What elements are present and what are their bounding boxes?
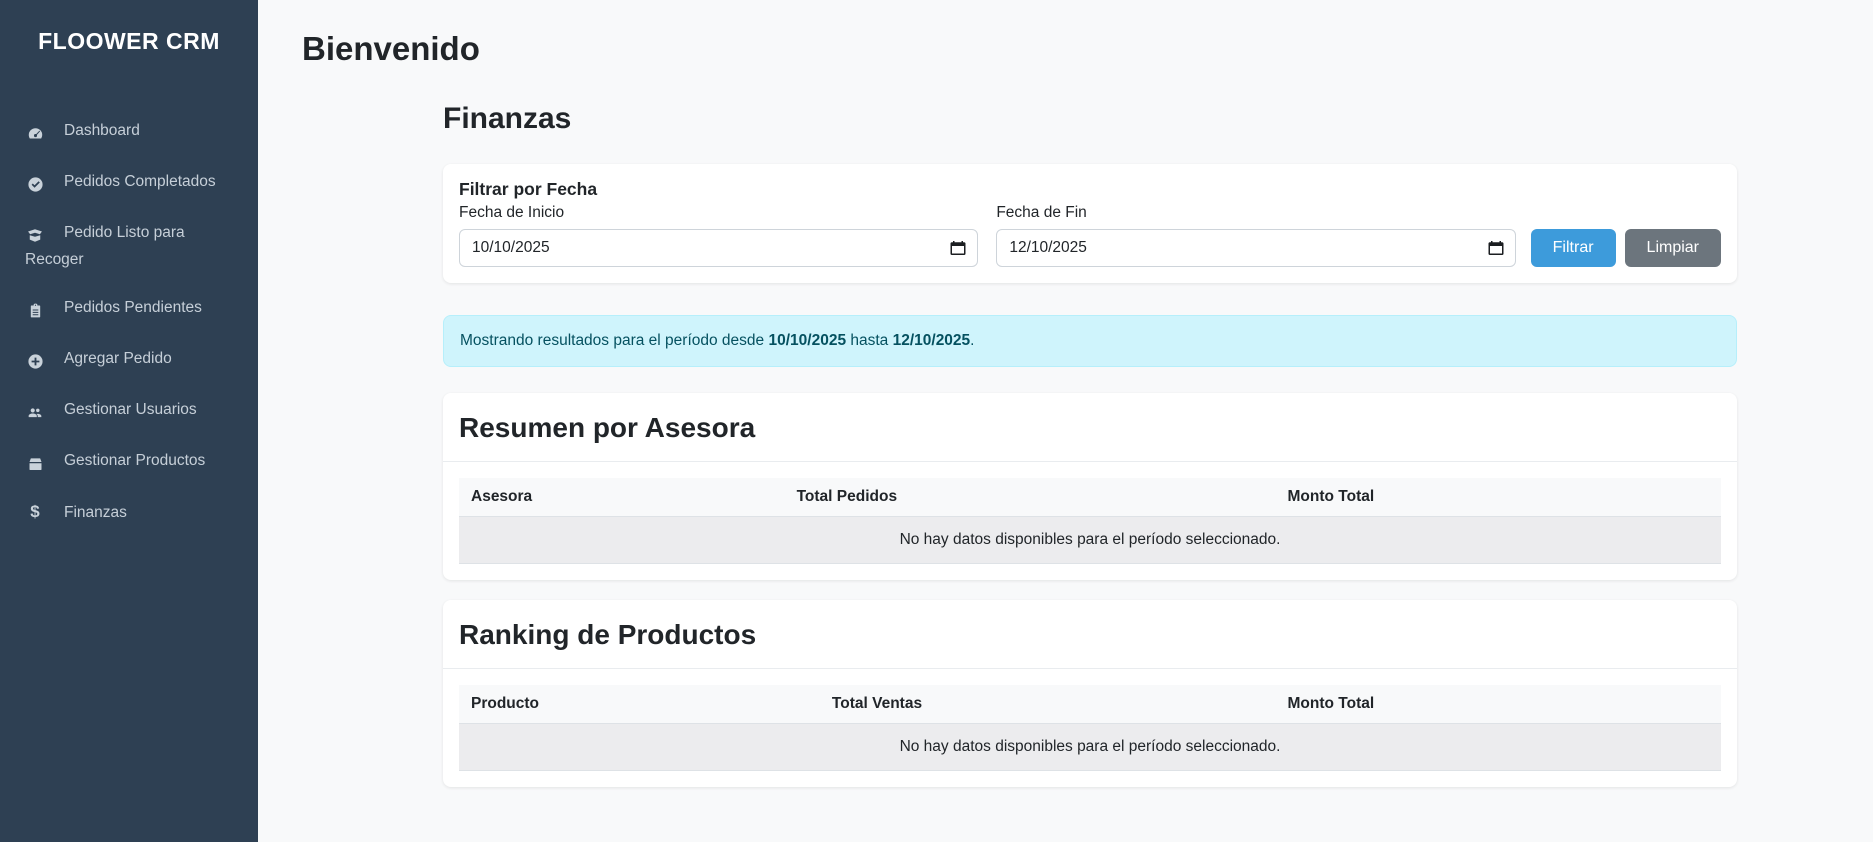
check-circle-icon xyxy=(25,173,45,197)
dollar-icon: $ xyxy=(25,500,45,524)
app-brand: FLOOWER CRM xyxy=(0,28,258,55)
end-date-label: Fecha de Fin xyxy=(996,204,1515,222)
column-header-monto-total: Monto Total xyxy=(1276,685,1722,724)
column-header-total-pedidos: Total Pedidos xyxy=(785,478,1276,517)
advisor-summary-title: Resumen por Asesora xyxy=(459,412,1721,444)
product-ranking-card: Ranking de Productos Producto Total Vent… xyxy=(443,600,1737,787)
period-info-alert: Mostrando resultados para el período des… xyxy=(443,315,1737,367)
start-date-input[interactable] xyxy=(459,229,978,267)
end-date-field: Fecha de Fin xyxy=(996,204,1515,267)
calendar-icon[interactable] xyxy=(1488,240,1504,256)
column-header-asesora: Asesora xyxy=(459,478,785,517)
sidebar-item-label: Pedido Listo para Recoger xyxy=(25,224,185,268)
alert-text-middle: hasta xyxy=(846,332,893,349)
table-header-row: Producto Total Ventas Monto Total xyxy=(459,685,1721,724)
column-header-producto: Producto xyxy=(459,685,820,724)
advisor-summary-header: Resumen por Asesora xyxy=(443,393,1737,462)
sidebar-item-label: Agregar Pedido xyxy=(64,350,172,367)
start-date-label: Fecha de Inicio xyxy=(459,204,978,222)
alert-end-date: 12/10/2025 xyxy=(893,332,971,349)
sidebar-item-label: Finanzas xyxy=(64,504,127,521)
section-title-finanzas: Finanzas xyxy=(443,102,1737,136)
gauge-icon xyxy=(25,122,45,146)
sidebar-item-label: Pedidos Pendientes xyxy=(64,299,202,316)
filter-title: Filtrar por Fecha xyxy=(459,179,1721,200)
advisor-summary-card: Resumen por Asesora Asesora Total Pedido… xyxy=(443,393,1737,580)
empty-state-message: No hay datos disponibles para el período… xyxy=(459,724,1721,771)
empty-state-message: No hay datos disponibles para el período… xyxy=(459,517,1721,564)
product-ranking-header: Ranking de Productos xyxy=(443,600,1737,669)
plus-circle-icon xyxy=(25,350,45,374)
sidebar-nav: Dashboard Pedidos Completados Pedido Lis… xyxy=(0,107,258,537)
start-date-field: Fecha de Inicio xyxy=(459,204,978,267)
alert-text-prefix: Mostrando resultados para el período des… xyxy=(460,332,768,349)
product-ranking-table: Producto Total Ventas Monto Total No hay… xyxy=(459,685,1721,771)
product-ranking-title: Ranking de Productos xyxy=(459,619,1721,651)
sidebar-item-pedido-listo[interactable]: Pedido Listo para Recoger xyxy=(0,209,258,284)
clear-button[interactable]: Limpiar xyxy=(1625,229,1721,267)
sidebar-item-pedidos-pendientes[interactable]: Pedidos Pendientes xyxy=(0,284,258,335)
alert-start-date: 10/10/2025 xyxy=(768,332,846,349)
box-open-icon xyxy=(25,224,45,248)
sidebar-item-pedidos-completados[interactable]: Pedidos Completados xyxy=(0,158,258,209)
table-header-row: Asesora Total Pedidos Monto Total xyxy=(459,478,1721,517)
sidebar-item-label: Pedidos Completados xyxy=(64,173,216,190)
page-title: Bienvenido xyxy=(302,30,1873,68)
column-header-total-ventas: Total Ventas xyxy=(820,685,1276,724)
sidebar-item-gestionar-usuarios[interactable]: Gestionar Usuarios xyxy=(0,386,258,437)
clipboard-icon xyxy=(25,299,45,323)
sidebar-item-finanzas[interactable]: $ Finanzas xyxy=(0,488,258,537)
box-icon xyxy=(25,452,45,476)
column-header-monto-total: Monto Total xyxy=(1276,478,1722,517)
sidebar-item-dashboard[interactable]: Dashboard xyxy=(0,107,258,158)
users-icon xyxy=(25,401,45,425)
advisor-summary-table: Asesora Total Pedidos Monto Total No hay… xyxy=(459,478,1721,564)
calendar-icon[interactable] xyxy=(950,240,966,256)
table-row: No hay datos disponibles para el período… xyxy=(459,517,1721,564)
alert-text-suffix: . xyxy=(970,332,974,349)
filter-button[interactable]: Filtrar xyxy=(1531,229,1616,267)
sidebar-item-label: Gestionar Productos xyxy=(64,452,205,469)
end-date-input[interactable] xyxy=(996,229,1515,267)
sidebar-item-label: Dashboard xyxy=(64,122,140,139)
sidebar-item-agregar-pedido[interactable]: Agregar Pedido xyxy=(0,335,258,386)
date-filter-card: Filtrar por Fecha Fecha de Inicio Fecha … xyxy=(443,164,1737,283)
sidebar-item-gestionar-productos[interactable]: Gestionar Productos xyxy=(0,437,258,488)
sidebar-item-label: Gestionar Usuarios xyxy=(64,401,197,418)
main-content: Bienvenido Finanzas Filtrar por Fecha Fe… xyxy=(258,0,1873,842)
table-row: No hay datos disponibles para el período… xyxy=(459,724,1721,771)
sidebar: FLOOWER CRM Dashboard Pedidos Completado… xyxy=(0,0,258,842)
